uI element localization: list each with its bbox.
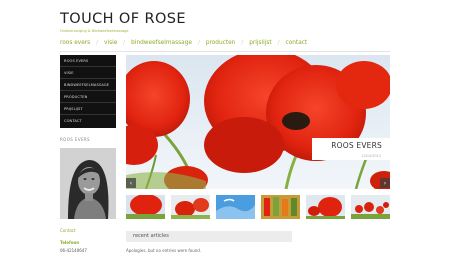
sidebar-item-prijslijst[interactable]: PRIJSLIJST (60, 103, 116, 115)
thumbnail-6[interactable] (351, 195, 390, 219)
slide-caption-title[interactable]: ROOS EVERS (331, 141, 382, 150)
recent-articles-heading: recent articles (126, 231, 292, 242)
sidebar-item-visie[interactable]: VISIE (60, 67, 116, 79)
sidebar-heading: ROOS EVERS (60, 137, 90, 142)
image-slider[interactable]: ROOS EVERS 12/10/2012 ‹ › (126, 55, 390, 189)
nav-separator: / (123, 40, 126, 46)
recent-articles-title: recent articles (133, 233, 169, 239)
nav-separator: / (197, 40, 200, 46)
slider-thumbnails (126, 195, 390, 219)
no-entries-message: Apologies, but no entries were found. (126, 248, 202, 253)
nav-item-producten[interactable]: producten (206, 40, 236, 46)
sidebar-item-producten[interactable]: PRODUCTEN (60, 91, 116, 103)
portrait-photo (60, 148, 116, 219)
nav-item-contact[interactable]: contact (286, 40, 308, 46)
sidebar-item-roos-evers[interactable]: ROOS EVERS (60, 55, 116, 67)
phone-label: Telefoon (60, 240, 80, 245)
nav-item-roos-evers[interactable]: roos evers (60, 40, 90, 46)
nav-item-visie[interactable]: visie (104, 40, 117, 46)
main-navigation: roos evers / visie / bindweefselmassage … (60, 40, 307, 46)
nav-separator: / (277, 40, 280, 46)
contact-link[interactable]: Contact (60, 228, 76, 233)
nav-item-prijslijst[interactable]: prijslijst (249, 40, 271, 46)
thumbnail-5[interactable] (306, 195, 345, 219)
sidebar-item-contact[interactable]: CONTACT (60, 115, 116, 127)
thumbnail-2[interactable] (171, 195, 210, 219)
poppy-slide-image (126, 55, 390, 189)
thumbnail-3[interactable] (216, 195, 255, 219)
slider-next-arrow-icon[interactable]: › (380, 178, 390, 188)
site-title[interactable]: TOUCH OF ROSE (60, 11, 186, 27)
slider-prev-arrow-icon[interactable]: ‹ (126, 178, 136, 188)
sidebar-item-bindweefselmassage[interactable]: BINDWEEFSELMASSAGE (60, 79, 116, 91)
thumbnail-4[interactable] (261, 195, 300, 219)
nav-separator: / (96, 40, 99, 46)
header-divider (60, 51, 390, 52)
nav-item-bindweefselmassage[interactable]: bindweefselmassage (131, 40, 192, 46)
site-tagline: Huidverzorging & Bindweefselmassage (60, 29, 129, 33)
thumbnail-1[interactable] (126, 195, 165, 219)
slide-caption-date: 12/10/2012 (361, 154, 381, 158)
nav-separator: / (241, 40, 244, 46)
sidebar-menu: ROOS EVERS VISIE BINDWEEFSELMASSAGE PROD… (60, 55, 116, 128)
slide-caption: ROOS EVERS 12/10/2012 (312, 138, 390, 160)
phone-number: 06-42140647 (60, 248, 87, 253)
